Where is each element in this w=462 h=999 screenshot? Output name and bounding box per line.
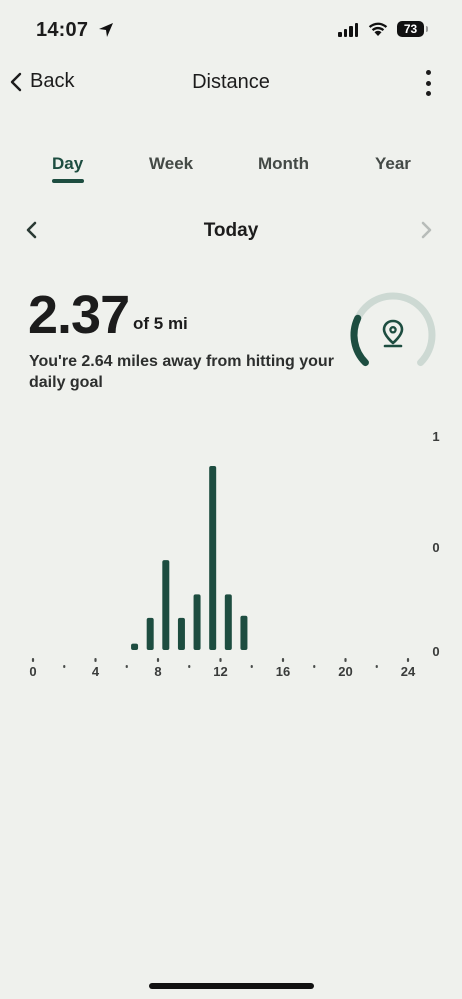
y-axis-label: 0 [432, 644, 439, 659]
cellular-signal-icon [338, 22, 358, 37]
nav-header: Back Distance [0, 62, 462, 102]
chart-bar [240, 615, 248, 650]
goal-progress-ring [350, 292, 436, 367]
more-options-button[interactable] [420, 68, 436, 98]
x-axis-tick [344, 658, 347, 662]
x-axis-label: 4 [92, 664, 100, 679]
x-axis-tick [31, 658, 35, 662]
wifi-icon [368, 22, 388, 36]
distance-chart: 0 4 8 12 16 20 24 1 0 0 [29, 429, 439, 679]
more-dot [425, 70, 431, 75]
x-axis-label: 20 [338, 664, 352, 679]
x-axis-label: 24 [401, 664, 416, 679]
progress-ring-track [350, 292, 436, 367]
chart-bar [209, 465, 217, 650]
date-navigation: Today [0, 215, 462, 245]
x-axis-tick [375, 665, 378, 668]
y-axis-label: 1 [432, 429, 439, 444]
x-axis-label: 0 [29, 664, 36, 679]
x-axis-tick [94, 658, 97, 662]
location-arrow-icon [99, 23, 113, 37]
battery-nub [426, 26, 428, 32]
x-axis-tick [406, 658, 410, 662]
date-label: Today [203, 220, 259, 241]
chart-bar [193, 594, 201, 650]
x-axis-tick [156, 658, 160, 662]
distance-value: 2.37 [28, 285, 130, 345]
status-time: 14:07 [36, 19, 89, 41]
page-title: Distance [192, 71, 270, 93]
y-axis-label: 0 [432, 540, 439, 555]
home-indicator [149, 983, 314, 989]
x-axis-label: 8 [154, 664, 161, 679]
tab-week[interactable]: Week [149, 154, 193, 174]
chart-bar [162, 560, 170, 650]
tab-month[interactable]: Month [258, 154, 309, 174]
x-axis-tick [219, 658, 222, 662]
goal-message: You're 2.64 miles away from hitting your… [29, 353, 334, 391]
x-axis-label: 12 [213, 664, 227, 679]
x-axis-label: 16 [276, 664, 290, 679]
chart-bar [146, 617, 154, 650]
period-tabs: Day Week Month Year [0, 152, 462, 192]
battery-icon: 73 [397, 21, 424, 37]
more-dot [425, 80, 431, 86]
more-dot [425, 91, 431, 96]
x-axis-tick [188, 665, 191, 668]
tab-day[interactable]: Day [52, 154, 83, 174]
x-axis-tick [63, 665, 66, 668]
x-axis-tick [313, 665, 316, 668]
chart-bar [177, 617, 185, 650]
location-pin-icon [382, 319, 404, 348]
status-bar: 14:07 73 [0, 0, 462, 60]
x-axis-tick [250, 665, 253, 668]
chart-bar [131, 643, 139, 650]
chart-bar [224, 594, 232, 650]
tab-year[interactable]: Year [375, 154, 411, 174]
active-tab-indicator [52, 179, 84, 183]
x-axis-tick [125, 665, 128, 668]
goal-text: of 5 mi [133, 314, 188, 333]
next-day-button[interactable] [420, 221, 432, 239]
x-axis-tick [281, 658, 285, 662]
progress-ring-fill [350, 314, 369, 367]
